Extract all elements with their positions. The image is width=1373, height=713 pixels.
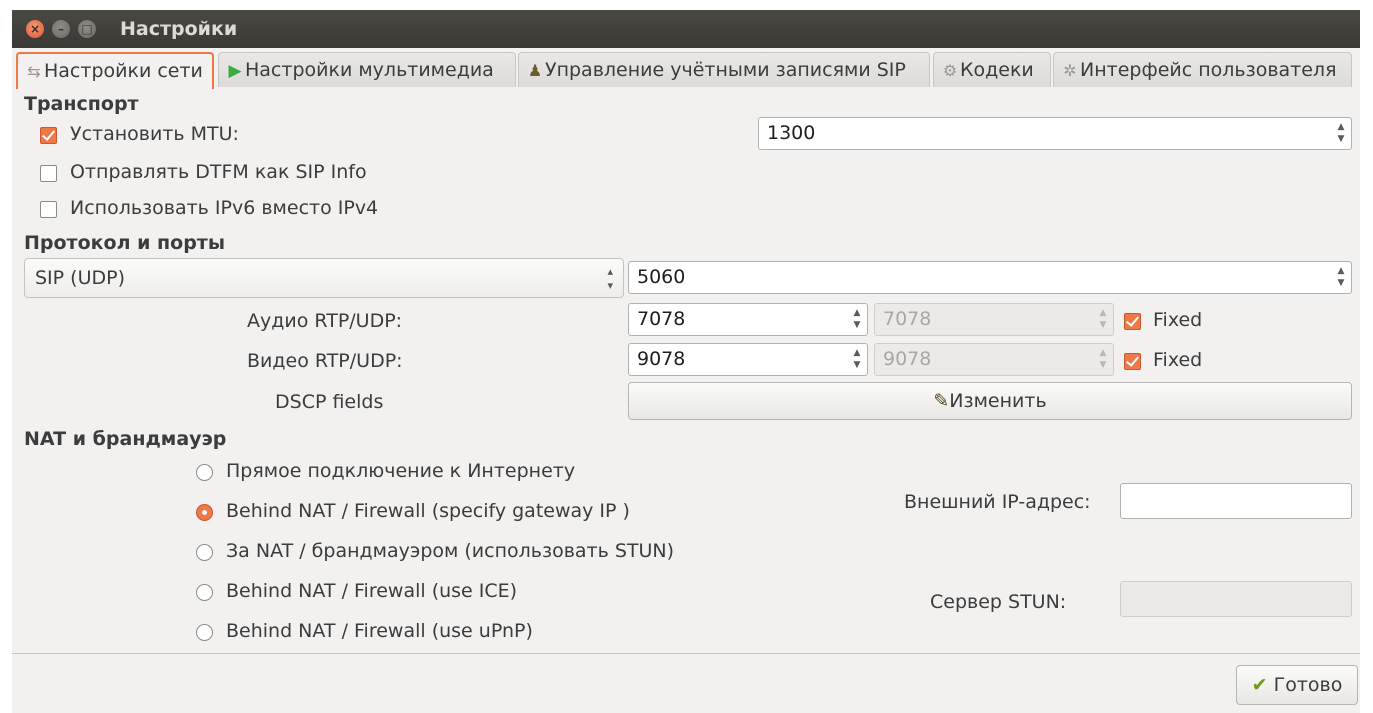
tab-label: Настройки сети xyxy=(44,60,203,82)
done-button[interactable]: ✔ Готово xyxy=(1236,665,1358,705)
close-window-button[interactable]: × xyxy=(26,20,44,38)
play-icon: ▶ xyxy=(228,61,242,81)
nat-option-gateway-label: Behind NAT / Firewall (specify gateway I… xyxy=(226,500,630,522)
network-icon: ⇆ xyxy=(27,62,41,81)
nat-option-upnp-label: Behind NAT / Firewall (use uPnP) xyxy=(226,620,533,642)
spin-arrows-icon[interactable]: ▲ ▼ xyxy=(1335,121,1347,146)
nat-option-upnp-radio[interactable] xyxy=(196,624,213,641)
dscp-edit-label: Изменить xyxy=(949,390,1047,412)
ui-gear-icon: ✲ xyxy=(1063,61,1077,80)
sip-port-value: 5060 xyxy=(637,266,686,288)
tab-network-settings[interactable]: ⇆ Настройки сети xyxy=(16,52,214,89)
tab-label: Интерфейс пользователя xyxy=(1080,59,1337,81)
maximize-window-button[interactable]: □ xyxy=(78,20,96,38)
footer-separator xyxy=(12,653,1360,654)
dscp-label: DSCP fields xyxy=(275,391,384,413)
nat-option-ice-radio[interactable] xyxy=(196,584,213,601)
protocol-ports-heading: Протокол и порты xyxy=(24,232,226,254)
spin-arrows-icon[interactable]: ▲ ▼ xyxy=(851,347,863,372)
audio-port-max-spinbox: 7078 ▲ ▼ xyxy=(874,303,1114,336)
video-port-max-spinbox: 9078 ▲ ▼ xyxy=(874,343,1114,376)
done-button-label: Готово xyxy=(1273,674,1343,696)
ipv6-label: Использовать IPv6 вместо IPv4 xyxy=(70,197,379,219)
audio-rtp-label: Аудио RTP/UDP: xyxy=(247,310,403,332)
mtu-checkbox[interactable] xyxy=(40,127,57,144)
title-bar: × – □ Настройки xyxy=(12,10,1360,48)
tab-sip-accounts[interactable]: ♟ Управление учётными записями SIP xyxy=(518,52,930,87)
video-fixed-checkbox[interactable] xyxy=(1124,353,1141,370)
nat-option-direct-radio[interactable] xyxy=(196,464,213,481)
spin-arrows-icon[interactable]: ▲ ▼ xyxy=(1335,265,1347,290)
dtmf-sip-info-checkbox[interactable] xyxy=(40,165,57,182)
tab-label: Управление учётными записями SIP xyxy=(545,59,906,81)
nat-option-gateway-radio[interactable] xyxy=(196,504,213,521)
tab-multimedia-settings[interactable]: ▶ Настройки мультимедиа xyxy=(218,52,516,87)
dscp-edit-button[interactable]: ✎Изменить xyxy=(628,382,1352,420)
video-fixed-label: Fixed xyxy=(1153,349,1203,371)
stun-server-input xyxy=(1120,581,1352,617)
window-title: Настройки xyxy=(120,18,238,40)
nat-option-ice-label: Behind NAT / Firewall (use ICE) xyxy=(226,580,518,602)
video-port-max-value: 9078 xyxy=(883,348,932,370)
mtu-label: Установить MTU: xyxy=(70,123,239,145)
tab-bar: ⇆ Настройки сети ▶ Настройки мультимедиа ♟… xyxy=(12,52,1360,89)
audio-fixed-checkbox[interactable] xyxy=(1124,313,1141,330)
tab-label: Настройки мультимедиа xyxy=(245,59,494,81)
pencil-icon: ✎ xyxy=(933,390,950,412)
audio-port-max-value: 7078 xyxy=(883,308,932,330)
sip-port-spinbox[interactable]: 5060 ▲ ▼ xyxy=(628,261,1352,294)
mtu-value: 1300 xyxy=(767,122,816,144)
transport-heading: Транспорт xyxy=(24,93,139,115)
updown-arrows-icon: ▴ ▾ xyxy=(607,265,613,292)
accounts-icon: ♟ xyxy=(527,61,543,80)
settings-window: × – □ Настройки ⇆ Настройки сети ▶ Настрой… xyxy=(12,10,1360,713)
nat-heading: NAT и брандмауэр xyxy=(24,428,227,450)
codec-icon: ⚙ xyxy=(942,61,958,80)
video-port-spinbox[interactable]: 9078 ▲ ▼ xyxy=(628,343,868,376)
checkmark-icon: ✔ xyxy=(1251,674,1268,696)
audio-fixed-label: Fixed xyxy=(1153,309,1203,331)
ipv6-checkbox[interactable] xyxy=(40,201,57,218)
spin-arrows-icon: ▲ ▼ xyxy=(1099,348,1107,370)
protocol-selected-value: SIP (UDP) xyxy=(35,267,125,289)
spin-arrows-icon[interactable]: ▲ ▼ xyxy=(851,307,863,332)
nat-option-stun-label: За NAT / брандмауэром (использовать STUN… xyxy=(226,540,675,562)
audio-port-value: 7078 xyxy=(637,308,686,330)
stun-server-label: Сервер STUN: xyxy=(930,591,1067,613)
external-ip-label: Внешний IP-адрес: xyxy=(904,491,1091,513)
protocol-select[interactable]: SIP (UDP) ▴ ▾ xyxy=(24,258,624,298)
spin-arrows-icon: ▲ ▼ xyxy=(1099,308,1107,330)
video-port-value: 9078 xyxy=(637,348,686,370)
nat-option-direct-label: Прямое подключение к Интернету xyxy=(226,460,576,482)
tab-label: Кодеки xyxy=(960,59,1034,81)
video-rtp-label: Видео RTP/UDP: xyxy=(247,350,403,372)
audio-port-spinbox[interactable]: 7078 ▲ ▼ xyxy=(628,303,868,336)
dtmf-sip-info-label: Отправлять DTFM как SIP Info xyxy=(70,161,367,183)
minimize-window-button[interactable]: – xyxy=(52,20,70,38)
external-ip-input[interactable] xyxy=(1120,483,1352,519)
nat-option-stun-radio[interactable] xyxy=(196,544,213,561)
mtu-spinbox[interactable]: 1300 ▲ ▼ xyxy=(758,117,1352,150)
tab-user-interface[interactable]: ✲ Интерфейс пользователя xyxy=(1053,52,1352,87)
tab-codecs[interactable]: ⚙ Кодеки xyxy=(933,52,1051,87)
